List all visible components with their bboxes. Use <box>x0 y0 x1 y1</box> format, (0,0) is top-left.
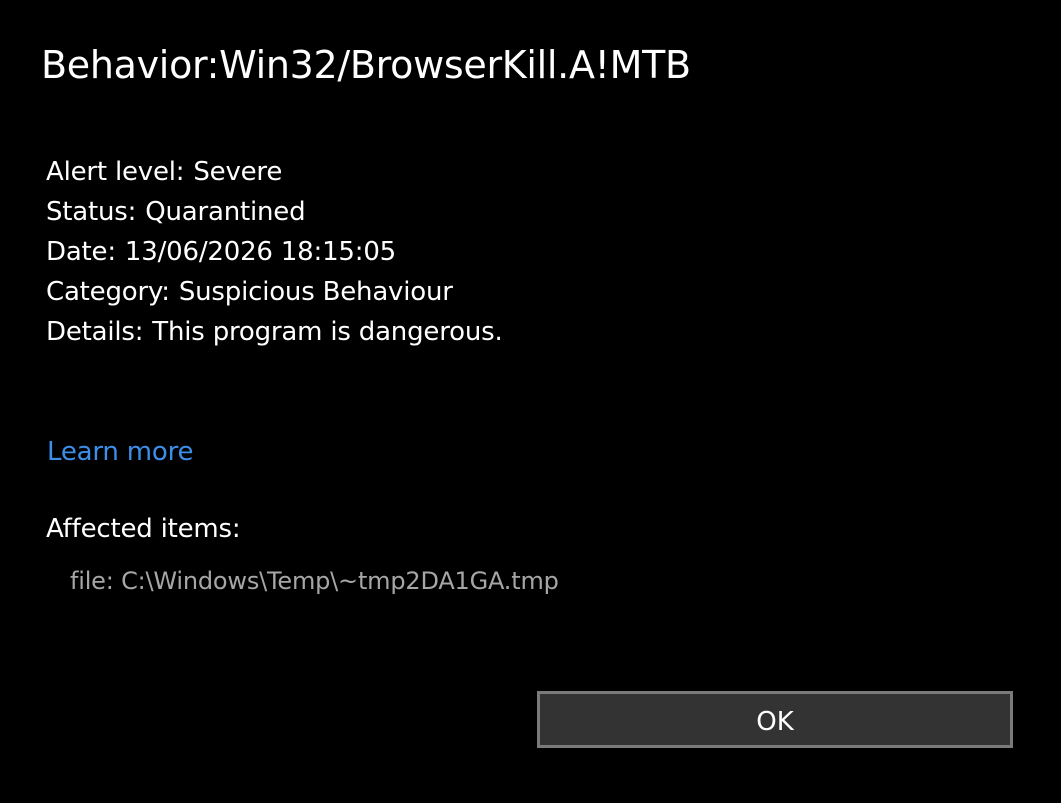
date-value: 13/06/2026 18:15:05 <box>124 237 396 267</box>
status-label: Status: <box>46 197 137 227</box>
details-label: Details: <box>46 317 144 347</box>
alert-level-label: Alert level: <box>46 157 185 187</box>
date-label: Date: <box>46 237 116 267</box>
ok-button[interactable]: OK <box>537 691 1013 748</box>
learn-more-link[interactable]: Learn more <box>47 434 193 470</box>
status-value: Quarantined <box>145 197 306 227</box>
category-value: Suspicious Behaviour <box>178 277 453 307</box>
threat-details-dialog: Behavior:Win32/BrowserKill.A!MTB Alert l… <box>0 0 1061 803</box>
details-value: This program is dangerous. <box>152 317 503 347</box>
detail-row-category: Category: Suspicious Behaviour <box>46 272 503 312</box>
category-label: Category: <box>46 277 170 307</box>
detail-row-status: Status: Quarantined <box>46 192 503 232</box>
detail-row-details: Details: This program is dangerous. <box>46 312 503 352</box>
alert-level-value: Severe <box>193 157 283 187</box>
affected-item: file: C:\Windows\Temp\~tmp2DA1GA.tmp <box>70 567 559 595</box>
threat-name-title: Behavior:Win32/BrowserKill.A!MTB <box>41 43 691 87</box>
affected-items-heading: Affected items: <box>46 514 241 544</box>
detail-row-date: Date: 13/06/2026 18:15:05 <box>46 232 503 272</box>
detail-row-alert-level: Alert level: Severe <box>46 152 503 192</box>
threat-details-list: Alert level: Severe Status: Quarantined Da… <box>46 152 503 352</box>
